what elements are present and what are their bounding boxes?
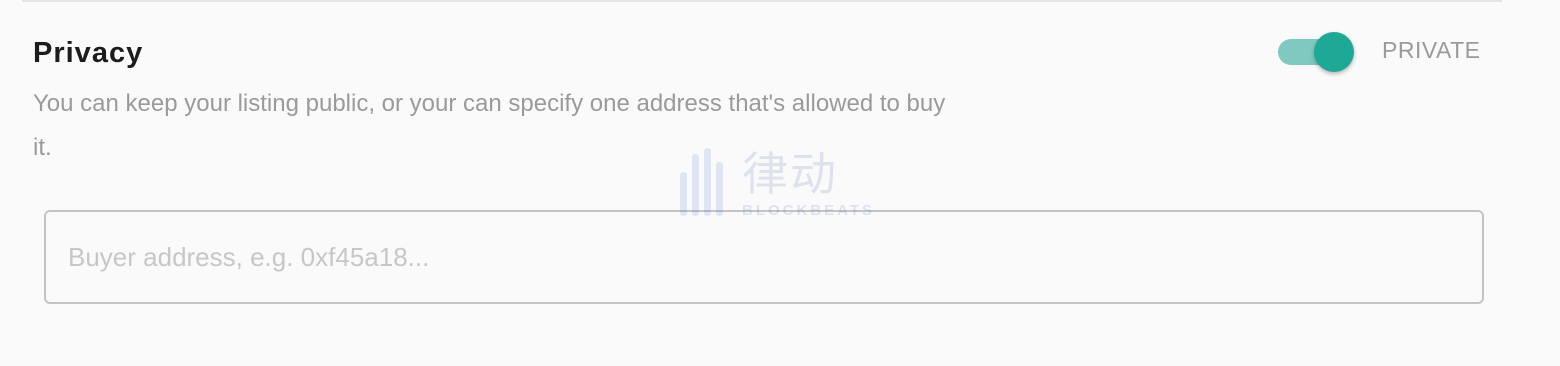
toggle-knob <box>1314 32 1354 72</box>
buyer-address-input[interactable] <box>44 210 1484 304</box>
privacy-title: Privacy <box>33 37 144 69</box>
toggle-label: PRIVATE <box>1382 37 1481 63</box>
privacy-description: You can keep your listing public, or you… <box>33 90 946 161</box>
private-toggle[interactable] <box>1276 28 1358 76</box>
section-divider <box>22 0 1502 2</box>
